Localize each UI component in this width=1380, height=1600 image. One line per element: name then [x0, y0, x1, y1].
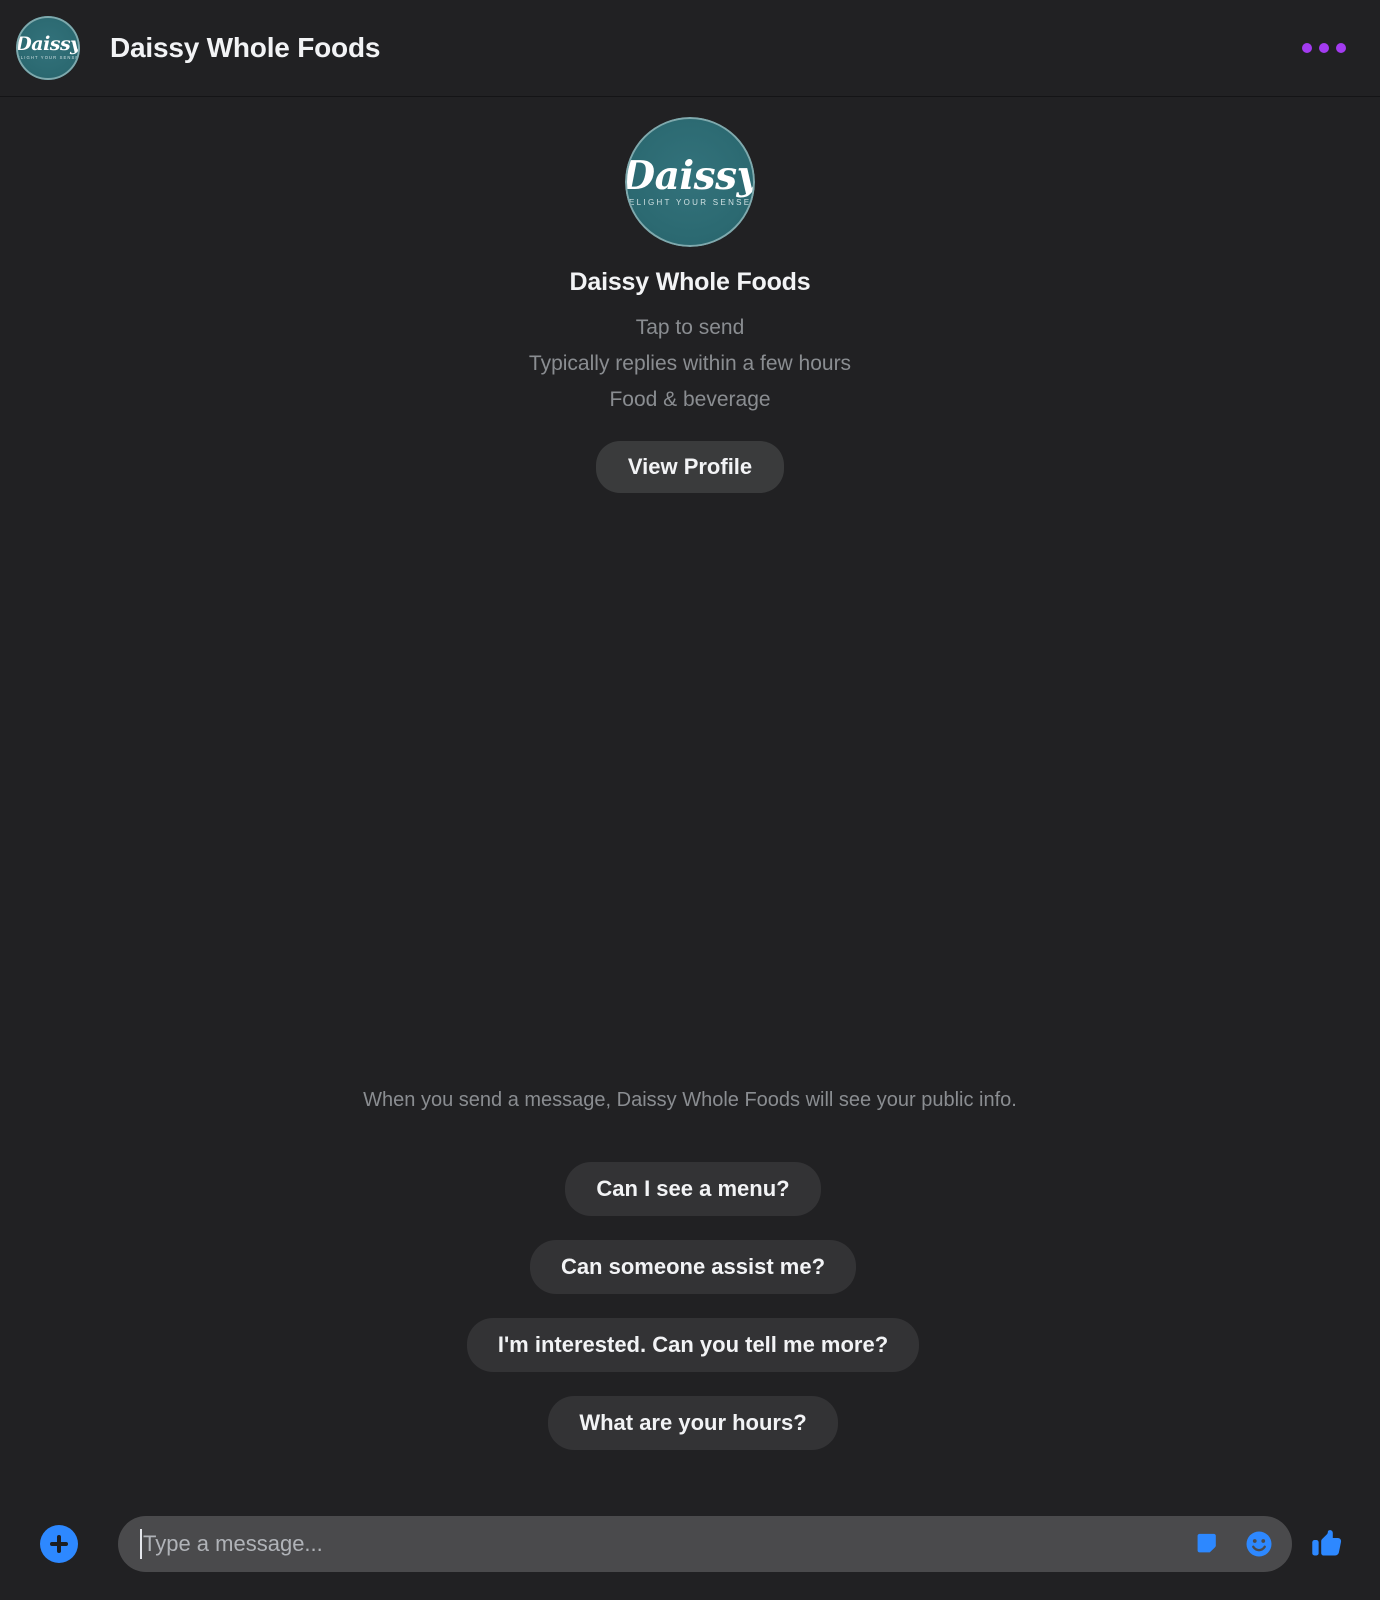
chat-header: Daissy Delight Your Senses Daissy Whole …	[0, 0, 1380, 97]
quick-reply-interested[interactable]: I'm interested. Can you tell me more?	[466, 1318, 920, 1372]
dot-1	[1302, 43, 1312, 53]
messenger-chat-screen: Daissy Delight Your Senses Daissy Whole …	[0, 0, 1380, 1600]
view-profile-button[interactable]: View Profile	[595, 441, 785, 493]
daissy-logo-icon: Daissy Delight Your Senses	[16, 16, 80, 80]
thumbs-up-icon[interactable]	[1310, 1527, 1344, 1561]
quick-reply-list: Can I see a menu? Can someone assist me?…	[0, 1162, 1380, 1450]
profile-avatar[interactable]: Daissy Delight Your Senses	[625, 117, 755, 247]
tap-to-send-text: Tap to send	[635, 316, 745, 339]
quick-reply-hours[interactable]: What are your hours?	[548, 1396, 838, 1450]
sticker-icon[interactable]	[1195, 1531, 1222, 1558]
category-text: Food & beverage	[609, 388, 771, 411]
avatar[interactable]: Daissy Delight Your Senses	[16, 16, 80, 80]
logo-tagline-text: Delight Your Senses	[16, 55, 80, 61]
more-options-icon[interactable]	[1296, 31, 1352, 65]
dot-3	[1336, 43, 1346, 53]
daissy-logo-large-icon: Daissy Delight Your Senses	[625, 117, 755, 247]
message-composer: Type a message...	[0, 1496, 1380, 1600]
profile-name: Daissy Whole Foods	[569, 268, 811, 296]
page-title: Daissy Whole Foods	[110, 32, 381, 63]
add-attachment-icon[interactable]	[40, 1525, 78, 1563]
quick-reply-assist[interactable]: Can someone assist me?	[529, 1240, 857, 1294]
message-input-placeholder: Type a message...	[143, 1531, 323, 1556]
profile-meta: Tap to send Typically replies within a f…	[529, 310, 851, 418]
privacy-disclaimer: When you send a message, Daissy Whole Fo…	[363, 1089, 1017, 1111]
emoji-icon[interactable]	[1244, 1529, 1274, 1559]
thread-spacer	[0, 493, 1380, 1089]
message-thread: Daissy Delight Your Senses Daissy Whole …	[0, 97, 1380, 1496]
profile-logo-tagline-text: Delight Your Senses	[625, 198, 755, 207]
quick-reply-menu[interactable]: Can I see a menu?	[565, 1162, 821, 1216]
dot-2	[1319, 43, 1329, 53]
text-caret	[140, 1529, 142, 1559]
message-input-field[interactable]: Type a message...	[118, 1516, 1292, 1572]
response-time-text: Typically replies within a few hours	[528, 352, 852, 375]
profile-intro-block: Daissy Delight Your Senses Daissy Whole …	[0, 97, 1380, 493]
profile-logo-script-text: Daissy	[625, 153, 755, 199]
logo-script-text: Daissy	[16, 33, 80, 56]
